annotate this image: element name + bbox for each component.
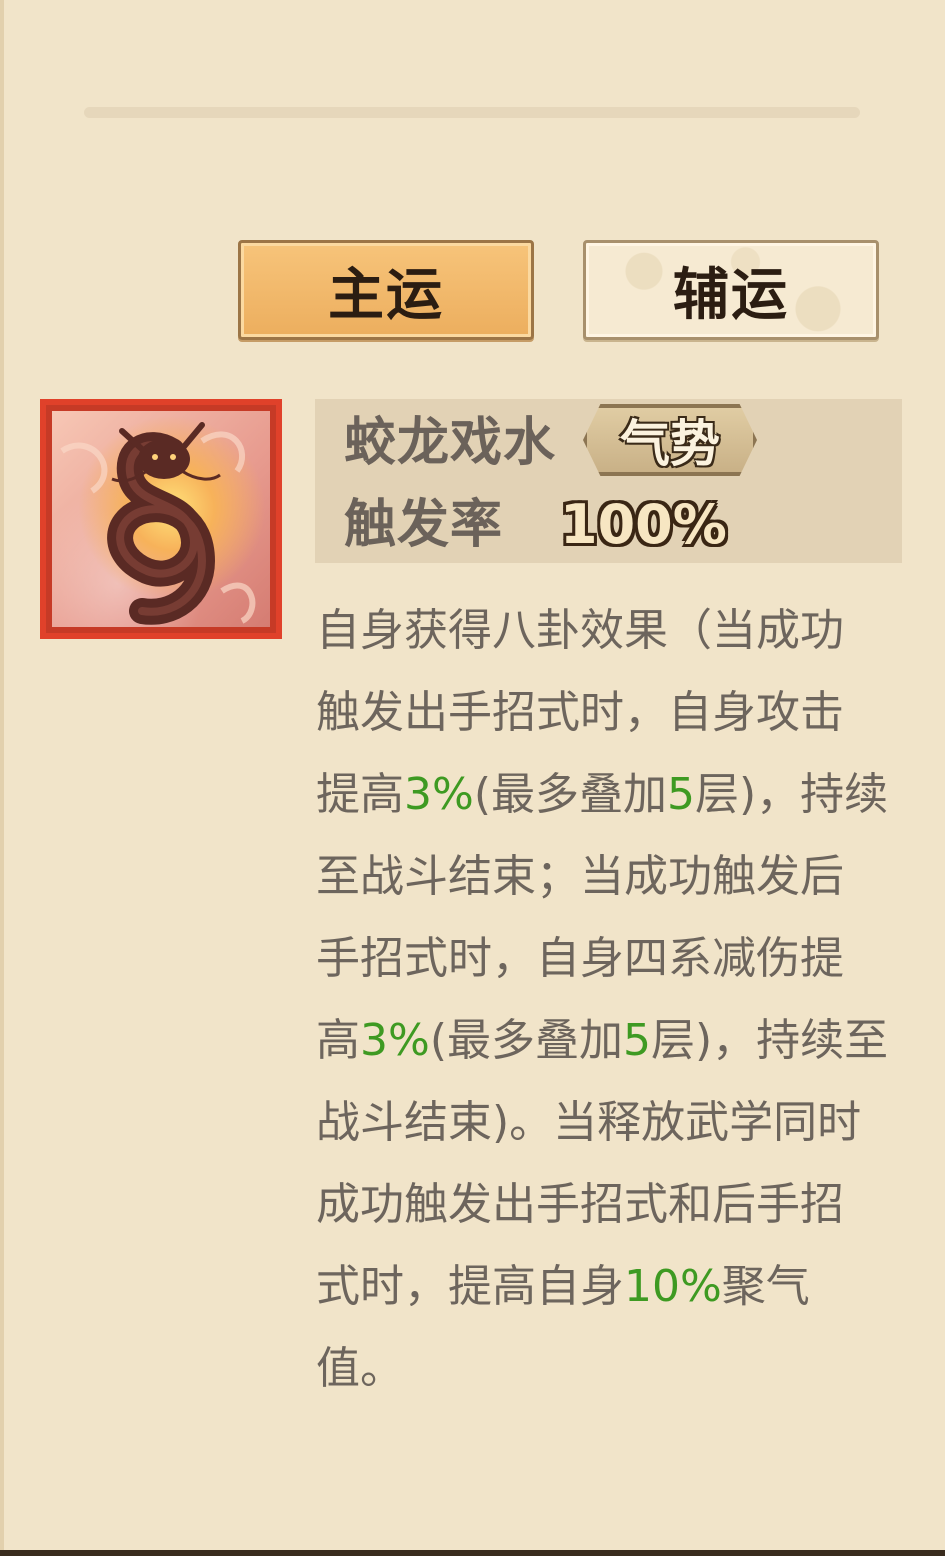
trigger-rate-label: 触发率 [344, 495, 504, 555]
description-text: 提高 [316, 769, 404, 820]
skill-detail-panel: 主运 辅运 蛟龙戏水 气势 触发率 100% 自身获得八卦效果（当成功 触发出手… [0, 0, 945, 1550]
description-text: (最多叠加 [429, 1015, 623, 1066]
description-line: 式时，提高自身10%聚气 [316, 1246, 916, 1328]
description-text: 自身获得八卦效果（当成功 [316, 605, 844, 656]
description-text: (最多叠加 [473, 769, 667, 820]
skill-name: 蛟龙戏水 [344, 413, 557, 473]
description-text: 战斗结束)。当释放武学同时 [316, 1097, 862, 1148]
description-line: 提高3%(最多叠加5层)，持续 [316, 754, 916, 836]
highlight-value: 3% [360, 1015, 430, 1066]
trigger-rate-value: 100% [560, 493, 727, 556]
description-text: 至战斗结束；当成功触发后 [316, 851, 844, 902]
tab-main-luck[interactable]: 主运 [238, 240, 534, 340]
description-line: 手招式时，自身四系减伤提 [316, 918, 916, 1000]
highlight-value: 3% [404, 769, 474, 820]
description-text: 手招式时，自身四系减伤提 [316, 933, 844, 984]
description-text: 值。 [316, 1343, 404, 1394]
skill-icon-frame [40, 399, 282, 639]
description-line: 自身获得八卦效果（当成功 [316, 590, 916, 672]
highlight-value: 5 [622, 1015, 651, 1066]
description-line: 战斗结束)。当释放武学同时 [316, 1082, 916, 1164]
description-line: 高3%(最多叠加5层)，持续至 [316, 1000, 916, 1082]
skill-type-badge: 气势 [583, 404, 757, 476]
description-text: 层)，持续至 [650, 1015, 889, 1066]
tab-sub-luck[interactable]: 辅运 [583, 240, 879, 340]
description-text: 触发出手招式时，自身攻击 [316, 687, 844, 738]
coiled-dragon-icon [52, 411, 270, 627]
description-text: 式时，提高自身 [316, 1261, 624, 1312]
description-text: 成功触发出手招式和后手招 [316, 1179, 844, 1230]
description-text: 高 [316, 1015, 360, 1066]
description-line: 值。 [316, 1328, 916, 1410]
description-line: 成功触发出手招式和后手招 [316, 1164, 916, 1246]
top-divider [84, 107, 860, 118]
skill-description: 自身获得八卦效果（当成功 触发出手招式时，自身攻击 提高3%(最多叠加5层)，持续至… [316, 590, 916, 1410]
highlight-value: 5 [666, 769, 695, 820]
description-line: 触发出手招式时，自身攻击 [316, 672, 916, 754]
description-text: 层)，持续 [694, 769, 889, 820]
description-line: 至战斗结束；当成功触发后 [316, 836, 916, 918]
bottom-edge [0, 1550, 945, 1556]
description-text: 聚气 [721, 1261, 810, 1312]
highlight-value: 10% [624, 1261, 722, 1312]
